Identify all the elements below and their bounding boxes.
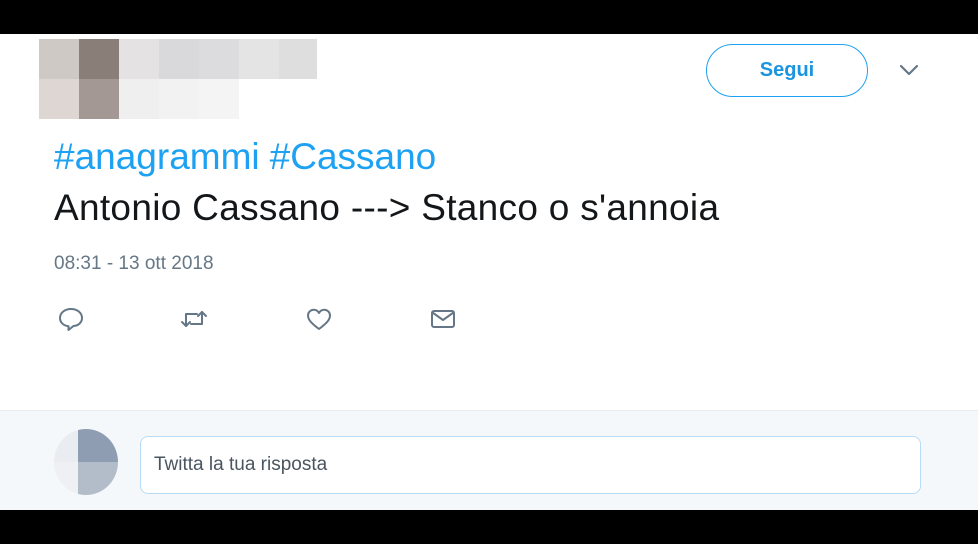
top-letterbox-bar — [0, 0, 978, 34]
heart-icon[interactable] — [305, 306, 333, 332]
hashtag-link[interactable]: #anagrammi — [54, 136, 260, 177]
reply-input[interactable]: Twitta la tua risposta — [140, 436, 921, 494]
tweet-timestamp[interactable]: 08:31 - 13 ott 2018 — [54, 253, 214, 275]
tweet-hashtags: #anagrammi #Cassano — [54, 136, 446, 178]
reply-icon[interactable] — [57, 306, 85, 332]
tweet-text: Antonio Cassano ---> Stanco o s'annoia — [54, 187, 720, 228]
blurred-user-header — [39, 39, 317, 119]
hashtag-link[interactable]: #Cassano — [270, 136, 437, 177]
bottom-letterbox-bar — [0, 510, 978, 544]
avatar — [54, 429, 118, 495]
chevron-down-icon[interactable] — [897, 62, 921, 78]
follow-button[interactable]: Segui — [706, 44, 868, 97]
envelope-icon[interactable] — [429, 306, 457, 332]
retweet-icon[interactable] — [180, 306, 208, 332]
